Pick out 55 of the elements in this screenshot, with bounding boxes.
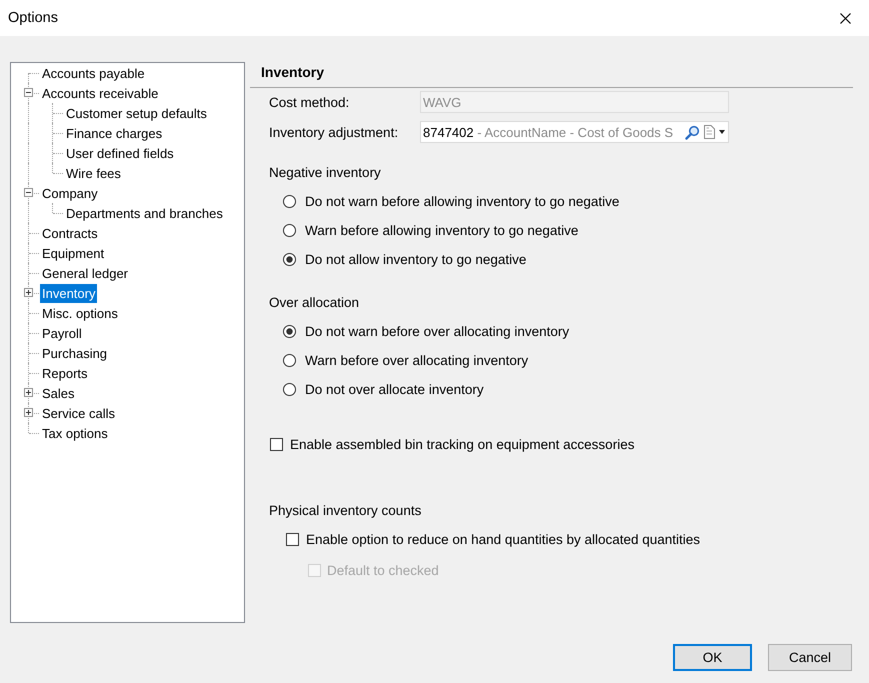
text-field: WAVG	[420, 91, 729, 113]
field-label: Cost method:	[269, 94, 350, 110]
tree-item[interactable]: Misc. options	[40, 304, 120, 322]
ok-button[interactable]: OK	[673, 644, 752, 671]
tree-item[interactable]: Purchasing	[40, 344, 110, 362]
tree-item[interactable]: Customer setup defaults	[64, 104, 209, 122]
tree-item[interactable]: User defined fields	[64, 144, 176, 162]
radio-button[interactable]	[283, 195, 296, 208]
checkbox[interactable]	[286, 533, 299, 546]
plus-box-icon[interactable]	[24, 388, 33, 397]
tree-item[interactable]: Payroll	[40, 324, 84, 342]
checkbox[interactable]	[270, 438, 283, 451]
plus-box-icon[interactable]	[24, 408, 33, 417]
group-title: Physical inventory counts	[269, 503, 422, 518]
radio-button[interactable]	[283, 354, 296, 367]
radio-label: Do not warn before allowing inventory to go negative	[305, 194, 620, 209]
tree-item[interactable]: Tax options	[40, 424, 110, 442]
tree-item[interactable]: Finance charges	[64, 124, 164, 142]
tree-item[interactable]: Sales	[40, 384, 77, 402]
radio-label: Warn before allowing inventory to go negative	[305, 223, 578, 238]
radio-button[interactable]	[283, 383, 296, 396]
tree-item[interactable]: Equipment	[40, 244, 106, 262]
account-lookup-field[interactable]: 8747402 - AccountName - Cost of Goods S	[420, 121, 729, 143]
tree-item[interactable]: Company	[40, 184, 100, 202]
minus-box-icon[interactable]	[24, 188, 33, 197]
section-title: Inventory	[261, 64, 324, 80]
close-icon[interactable]	[840, 12, 851, 24]
radio-label: Do not warn before over allocating inventory	[305, 324, 570, 339]
search-icon[interactable]	[685, 124, 700, 140]
tree-item[interactable]: Wire fees	[64, 164, 123, 182]
radio-button[interactable]	[283, 253, 296, 266]
tree-item[interactable]: Contracts	[40, 224, 100, 242]
radio-label: Warn before over allocating inventory	[305, 353, 528, 368]
checkbox-label: Enable option to reduce on hand quantities by allocated quantities	[306, 532, 700, 547]
radio-button[interactable]	[283, 224, 296, 237]
group-title: Negative inventory	[269, 165, 381, 180]
tree-item[interactable]: Reports	[40, 364, 90, 382]
field-label: Inventory adjustment:	[269, 124, 400, 140]
plus-box-icon[interactable]	[24, 288, 33, 297]
cancel-button[interactable]: Cancel	[768, 644, 852, 671]
minus-box-icon[interactable]	[24, 88, 33, 97]
tree-item[interactable]: Inventory	[40, 284, 98, 302]
tree-item[interactable]: Accounts receivable	[40, 84, 160, 102]
tree-item[interactable]: Departments and branches	[64, 204, 225, 222]
caret-icon[interactable]	[719, 130, 725, 134]
radio-label: Do not over allocate inventory	[305, 382, 484, 397]
window-title: Options	[8, 10, 58, 26]
tree-item[interactable]: Accounts payable	[40, 64, 147, 82]
checkbox-label: Default to checked	[327, 563, 439, 578]
tree-item[interactable]: Service calls	[40, 404, 117, 422]
tree-item[interactable]: General ledger	[40, 264, 130, 282]
radio-button[interactable]	[283, 325, 296, 338]
checkbox-label: Enable assembled bin tracking on equipment accessories	[290, 437, 634, 452]
group-title: Over allocation	[269, 295, 360, 310]
radio-label: Do not allow inventory to go negative	[305, 252, 526, 267]
